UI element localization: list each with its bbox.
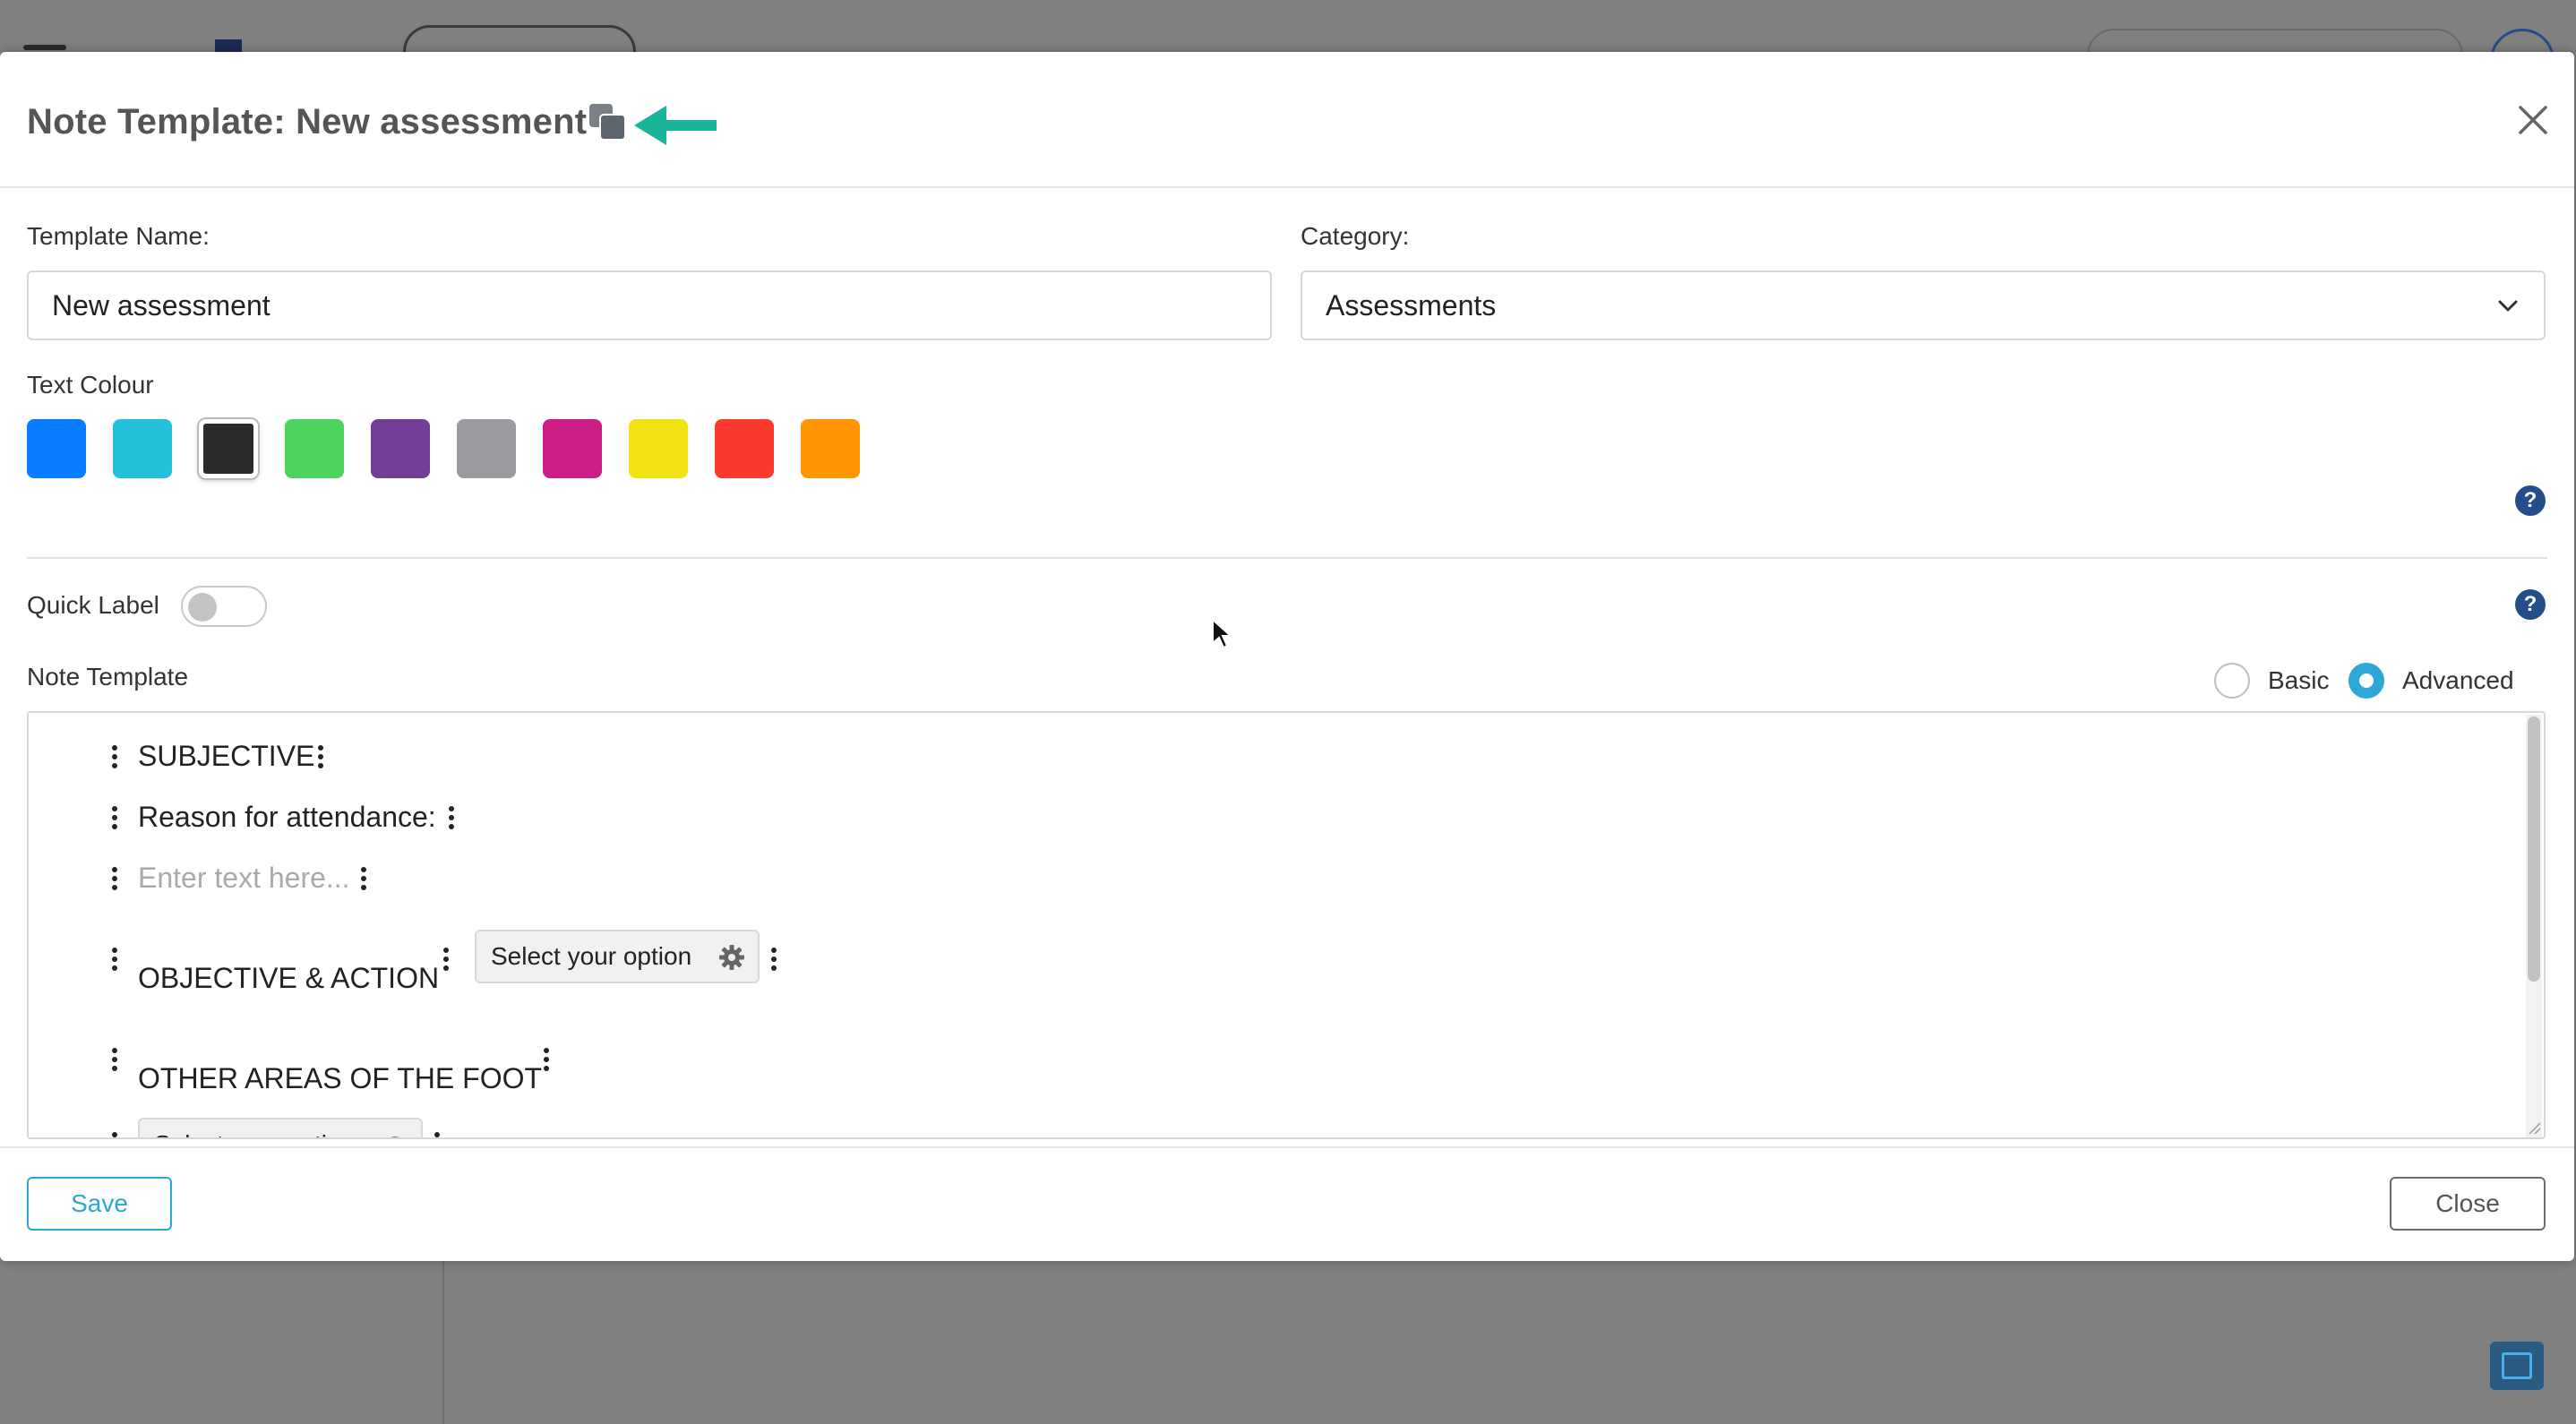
row-menu-icon[interactable]	[446, 804, 457, 831]
copy-icon[interactable]	[588, 102, 629, 142]
footer-divider	[0, 1146, 2574, 1148]
text-colour-label: Text Colour	[27, 371, 154, 399]
row-menu-icon[interactable]	[541, 1046, 552, 1073]
hamburger-menu-icon	[23, 45, 66, 50]
note-template-label: Note Template	[27, 663, 189, 691]
option-select-label: Select your option	[491, 942, 692, 970]
row-text[interactable]: OBJECTIVE & ACTION	[138, 962, 439, 995]
row-menu-icon[interactable]	[358, 865, 369, 892]
radio-basic-label[interactable]: Basic	[2268, 666, 2329, 695]
app-logo	[215, 39, 242, 52]
category-value: Assessments	[1326, 288, 1497, 322]
quick-label-toggle[interactable]	[181, 586, 267, 627]
radio-basic[interactable]	[2214, 663, 2250, 699]
row-menu-icon[interactable]	[769, 946, 779, 973]
category-select[interactable]: Assessments	[1301, 270, 2546, 340]
row-menu-icon[interactable]	[441, 946, 451, 973]
row-menu-icon[interactable]	[432, 1130, 442, 1137]
template-name-input[interactable]: New assessment	[27, 270, 1272, 340]
row-text[interactable]: SUBJECTIVE	[138, 740, 314, 773]
help-icon[interactable]: ?	[2515, 485, 2546, 516]
help-icon[interactable]: ?	[2515, 589, 2546, 620]
gear-icon[interactable]	[718, 944, 745, 971]
colour-swatch[interactable]	[715, 419, 774, 478]
row-handle-icon[interactable]	[109, 804, 120, 831]
colour-swatch[interactable]	[27, 419, 86, 478]
row-handle-icon[interactable]	[109, 865, 120, 892]
radio-advanced-label[interactable]: Advanced	[2402, 666, 2514, 695]
colour-swatch[interactable]	[629, 419, 688, 478]
option-select[interactable]: Select your option	[138, 1118, 423, 1139]
row-handle-icon[interactable]	[109, 946, 120, 973]
resize-grip-icon[interactable]	[2526, 1119, 2542, 1136]
colour-swatch[interactable]	[285, 419, 344, 478]
fullscreen-icon	[2490, 1342, 2544, 1390]
modal-header: Note Template: New assessment	[0, 52, 2574, 188]
colour-swatch[interactable]	[457, 419, 516, 478]
text-entry-field[interactable]: Enter text here...	[138, 862, 350, 895]
row-handle-icon[interactable]	[109, 1046, 120, 1073]
close-button[interactable]: Close	[2390, 1177, 2546, 1231]
row-text[interactable]: Reason for attendance:	[138, 801, 436, 834]
radio-advanced[interactable]	[2348, 663, 2384, 699]
colour-swatch[interactable]	[543, 419, 602, 478]
scrollbar-thumb[interactable]	[2528, 716, 2540, 982]
template-name-label: Template Name:	[27, 222, 210, 250]
gear-icon[interactable]	[382, 1132, 408, 1139]
toggle-knob	[188, 593, 217, 622]
colour-swatch[interactable]	[113, 419, 172, 478]
colour-swatch[interactable]	[199, 419, 258, 478]
mouse-cursor-icon	[1212, 618, 1232, 649]
row-text[interactable]: OTHER AREAS OF THE FOOT	[138, 1062, 542, 1095]
quick-label-label: Quick Label	[27, 591, 159, 619]
colour-swatch[interactable]	[371, 419, 430, 478]
row-handle-icon[interactable]	[109, 1130, 120, 1137]
chevron-down-icon	[2498, 300, 2518, 312]
arrow-left-icon	[634, 106, 717, 145]
close-icon[interactable]	[2515, 102, 2551, 138]
option-select[interactable]: Select your option	[475, 930, 760, 983]
divider	[27, 557, 2547, 559]
row-handle-icon[interactable]	[109, 743, 120, 770]
save-button[interactable]: Save	[27, 1177, 172, 1231]
colour-swatch[interactable]	[801, 419, 860, 478]
modal-title: Note Template: New assessment	[27, 102, 588, 142]
background-divider	[442, 1261, 444, 1424]
note-template-modal: Note Template: New assessment Template N…	[0, 52, 2574, 1261]
note-template-editor[interactable]: SUBJECTIVE Reason for attendance: Enter …	[27, 711, 2546, 1139]
option-select-label: Select your option	[154, 1130, 355, 1137]
row-menu-icon[interactable]	[315, 743, 326, 770]
category-label: Category:	[1301, 222, 1410, 250]
